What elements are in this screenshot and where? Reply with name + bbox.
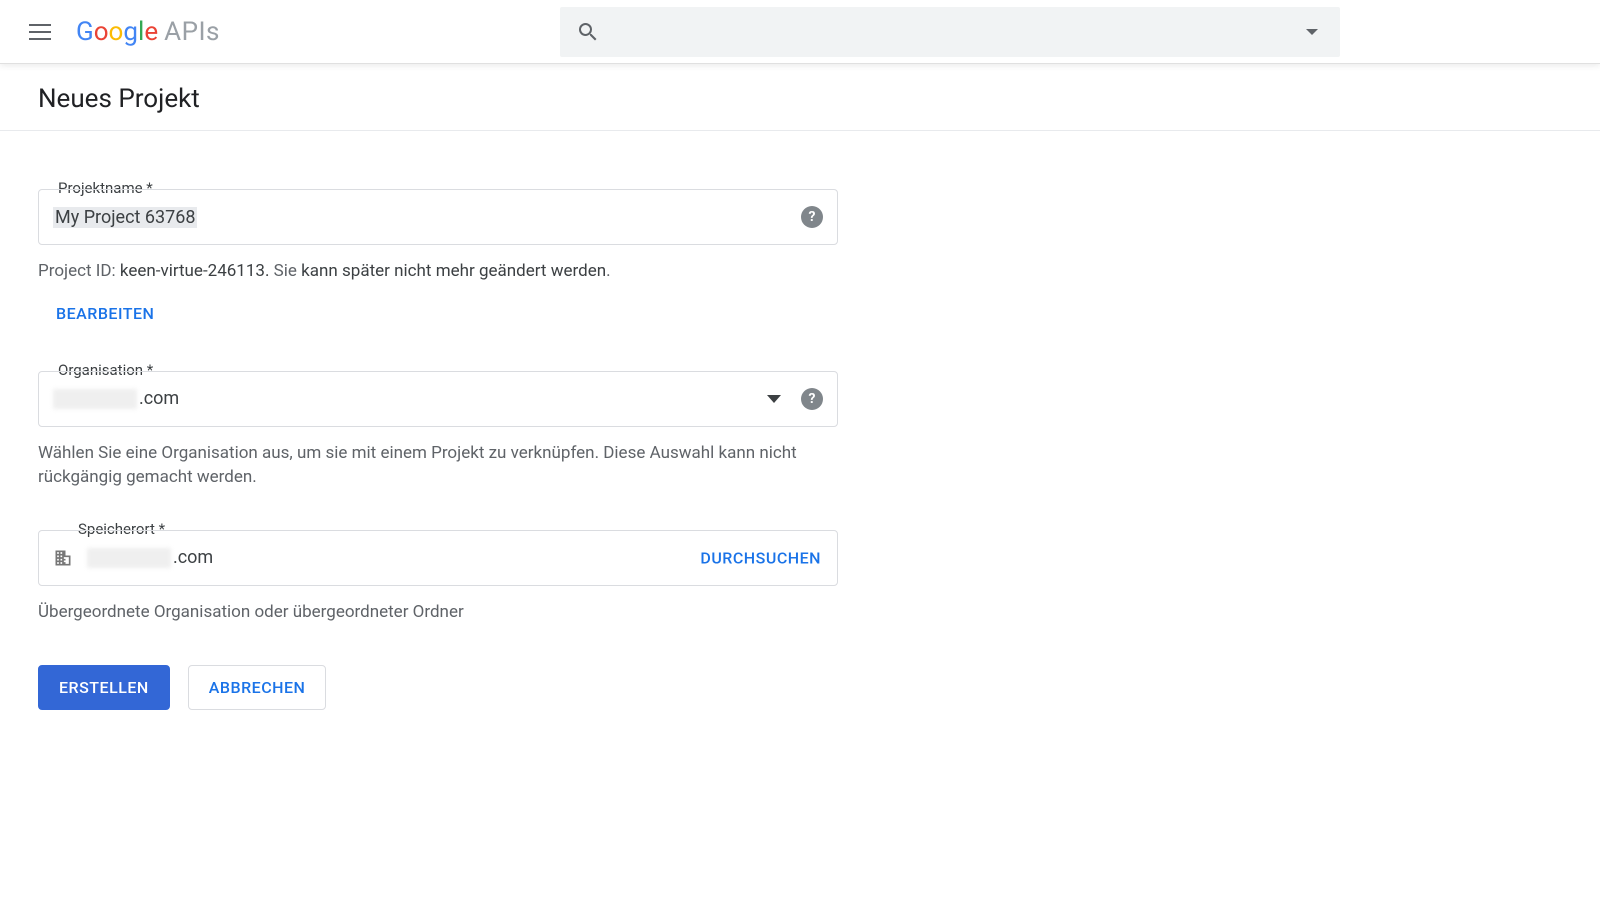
organisation-field-wrapper: Organisation * .com	[38, 371, 842, 427]
edit-projectid-link[interactable]: BEARBEITEN	[56, 304, 154, 323]
logo-letter: G	[76, 17, 94, 47]
logo-letter: o	[94, 17, 109, 47]
hamburger-icon	[29, 24, 51, 40]
button-row: ERSTELLEN ABBRECHEN	[38, 665, 842, 710]
logo-letter: e	[144, 17, 158, 47]
organisation-note: Wählen Sie eine Organisation aus, um sie…	[38, 441, 838, 490]
page-title: Neues Projekt	[0, 64, 1600, 131]
projectid-value: keen-virtue-246113.	[120, 261, 270, 281]
logo-apis-text: APIs	[164, 17, 220, 47]
search-filter-dropdown[interactable]	[1284, 29, 1340, 35]
projectid-rest2: .	[606, 261, 610, 281]
location-value-suffix: .com	[173, 547, 213, 568]
chevron-down-icon	[767, 395, 781, 403]
location-redacted	[87, 548, 171, 568]
top-bar: G o o g l e APIs	[0, 0, 1600, 64]
create-button[interactable]: ERSTELLEN	[38, 665, 170, 710]
projectname-input[interactable]: My Project 63768	[38, 189, 838, 245]
cancel-button[interactable]: ABBRECHEN	[188, 665, 327, 710]
search-icon	[560, 20, 616, 44]
browse-button[interactable]: DURCHSUCHEN	[700, 548, 821, 567]
help-icon[interactable]	[801, 206, 823, 228]
product-logo[interactable]: G o o g l e APIs	[76, 17, 220, 47]
logo-letter: o	[109, 17, 124, 47]
hamburger-menu-button[interactable]	[16, 8, 64, 56]
organisation-select[interactable]: .com	[38, 371, 838, 427]
organisation-redacted	[53, 389, 137, 409]
location-note: Übergeordnete Organisation oder übergeor…	[38, 600, 838, 625]
logo-letter: g	[123, 17, 138, 47]
building-icon	[53, 548, 73, 568]
chevron-down-icon	[1306, 29, 1318, 35]
projectname-field-wrapper: Projektname * My Project 63768	[38, 189, 842, 245]
projectname-value: My Project 63768	[53, 207, 197, 228]
projectid-rest1: Sie	[269, 261, 301, 281]
help-icon[interactable]	[801, 388, 823, 410]
search-bar[interactable]	[560, 7, 1340, 57]
location-input[interactable]: .com DURCHSUCHEN	[38, 530, 838, 586]
organisation-value-suffix: .com	[139, 388, 179, 409]
projectid-prefix: Project ID:	[38, 261, 120, 281]
new-project-form: Projektname * My Project 63768 Project I…	[0, 131, 880, 710]
search-input[interactable]	[616, 23, 1284, 41]
projectid-warning: kann später nicht mehr geändert werden	[301, 261, 606, 281]
location-field-wrapper: Speicherort * .com DURCHSUCHEN	[38, 530, 842, 586]
projectname-note: Project ID: keen-virtue-246113. Sie kann…	[38, 259, 838, 284]
